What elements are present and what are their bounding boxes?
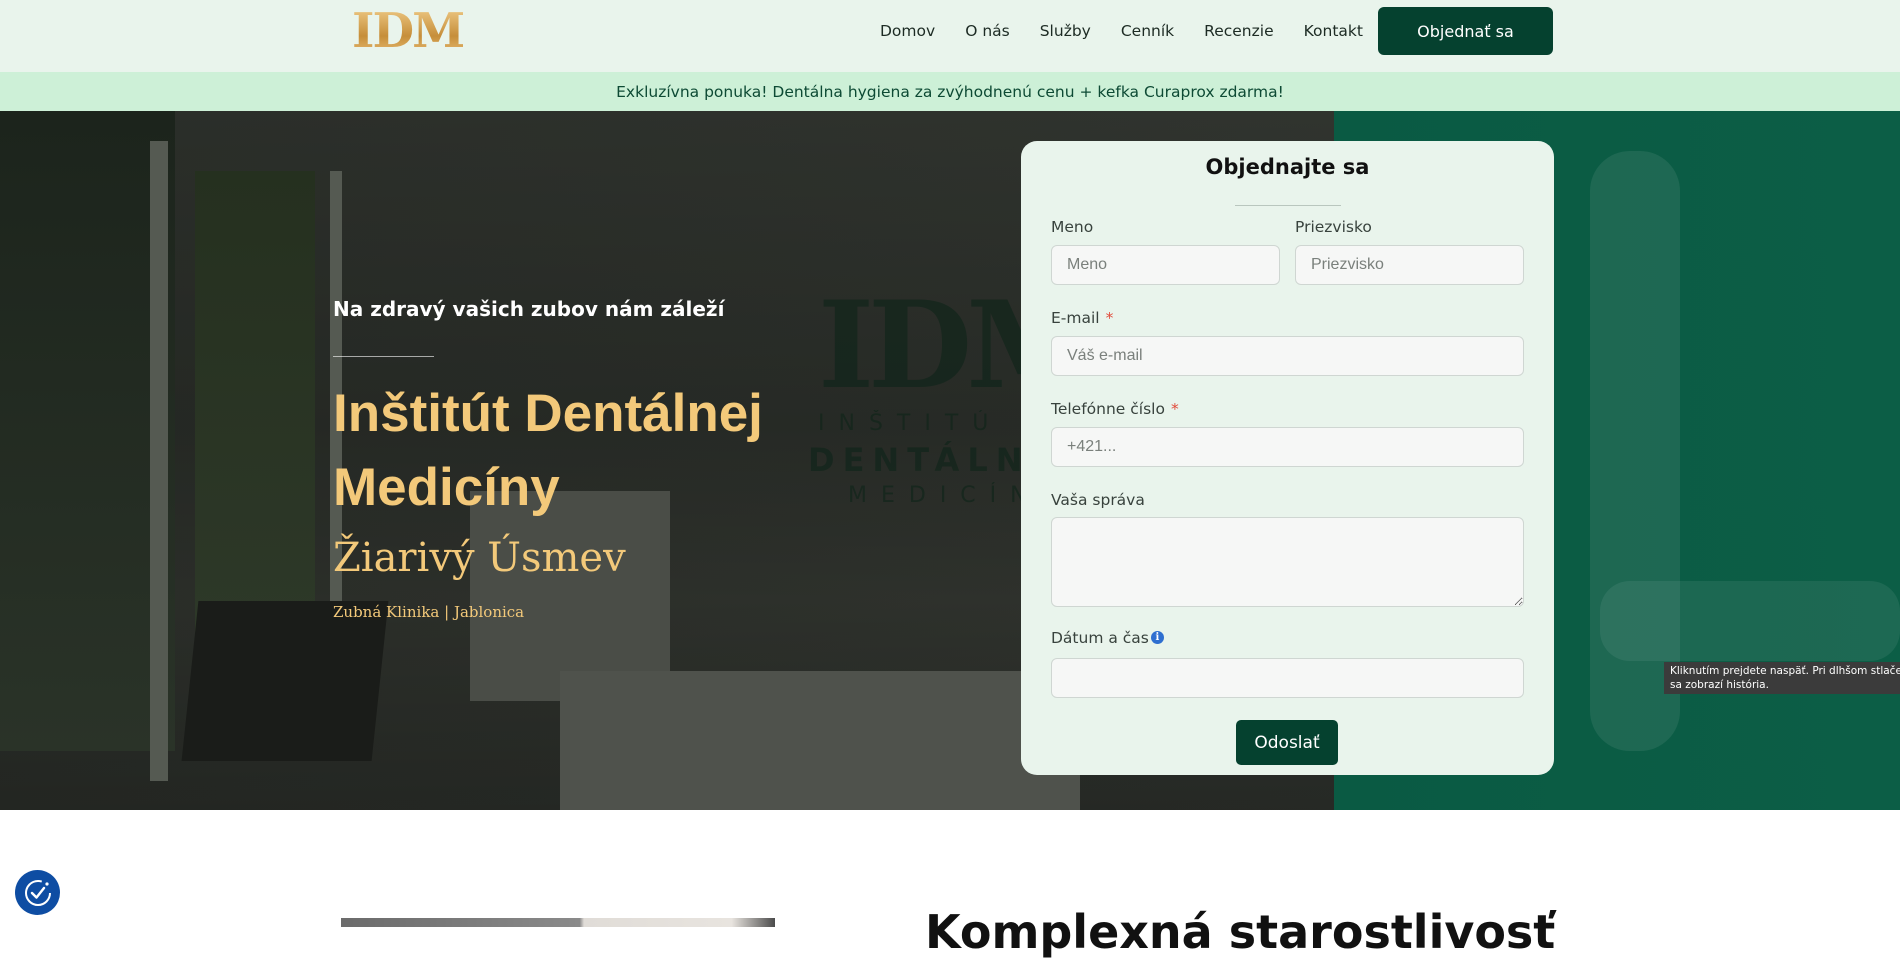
green-panel-arm (1590, 151, 1680, 751)
required-mark: * (1105, 309, 1114, 327)
photo-window-frame (150, 141, 168, 781)
datetime-label-text: Dátum a čas (1051, 629, 1149, 647)
logo-text: IDM (352, 3, 465, 59)
first-name-label: Meno (1051, 218, 1094, 236)
booking-form: Objednajte sa Meno Priezvisko E-mail * Te… (1021, 141, 1554, 775)
nav-item-cennik[interactable]: Cenník (1121, 22, 1174, 40)
site-header: IDM Domov O nás Služby Cenník Recenzie K… (0, 0, 1900, 72)
message-textarea[interactable] (1051, 517, 1524, 607)
submit-button[interactable]: Odoslať (1236, 720, 1338, 765)
tooltip-line2: sa zobrazí história. (1670, 679, 1769, 691)
message-label: Vaša správa (1051, 491, 1145, 509)
site-logo[interactable]: IDM (352, 3, 465, 59)
hero-title: Inštitút Dentálnej Medicíny (333, 384, 763, 517)
phone-input[interactable] (1051, 427, 1524, 467)
book-appointment-button[interactable]: Objednať sa (1378, 7, 1553, 55)
datetime-input[interactable] (1051, 658, 1524, 698)
last-name-label: Priezvisko (1295, 218, 1372, 236)
promo-text: Exkluzívna ponuka! Dentálna hygiena za z… (616, 82, 1284, 101)
hero-subtitle: Žiarivý Úsmev (333, 535, 626, 581)
wall-logo-idm: IDM (818, 275, 1099, 416)
hero-section: IDM INŠTITÚ DENTÁLN MEDICÍN (0, 111, 1900, 810)
nav-item-recenzie[interactable]: Recenzie (1204, 22, 1273, 40)
wall-logo-line1: INŠTITÚ (818, 411, 1003, 436)
photo-cabinet (560, 671, 1080, 810)
hero-location: Zubná Klinika | Jablonica (333, 603, 525, 621)
section-image (341, 918, 775, 927)
back-button-tooltip: Kliknutím prejdete naspäť. Pri dlhšom st… (1664, 662, 1900, 694)
hero-divider (333, 356, 434, 357)
phone-label-text: Telefónne číslo (1051, 400, 1165, 418)
photo-monitor (181, 601, 389, 761)
form-title-divider (1235, 205, 1341, 206)
nav-item-domov[interactable]: Domov (880, 22, 935, 40)
datetime-label: Dátum a čas i (1051, 629, 1164, 647)
nav-item-kontakt[interactable]: Kontakt (1304, 22, 1363, 40)
green-panel-arm (1600, 581, 1900, 661)
section-heading: Komplexná starostlivosť (925, 905, 1556, 959)
cookie-consent-button[interactable] (15, 870, 60, 915)
cookie-consent-icon (24, 879, 51, 906)
promo-bar[interactable]: Exkluzívna ponuka! Dentálna hygiena za z… (0, 72, 1900, 111)
email-input[interactable] (1051, 336, 1524, 376)
email-label: E-mail * (1051, 309, 1113, 327)
wall-logo-line3: MEDICÍN (848, 483, 1041, 508)
required-mark: * (1170, 400, 1179, 418)
info-icon[interactable]: i (1150, 631, 1164, 644)
first-name-input[interactable] (1051, 245, 1280, 285)
nav-item-o-nas[interactable]: O nás (965, 22, 1010, 40)
photo-window-trees (0, 111, 175, 751)
wall-logo-line2: DENTÁLN (808, 441, 1031, 479)
phone-label: Telefónne číslo * (1051, 400, 1179, 418)
wall-logo: IDM INŠTITÚ DENTÁLN MEDICÍN (808, 275, 1099, 516)
hero-tagline: Na zdravý vašich zubov nám záleží (333, 297, 725, 321)
main-nav: Domov O nás Služby Cenník Recenzie Konta… (880, 0, 1363, 62)
last-name-input[interactable] (1295, 245, 1524, 285)
nav-item-sluzby[interactable]: Služby (1040, 22, 1091, 40)
tooltip-line1: Kliknutím prejdete naspäť. Pri dlhšom st… (1670, 665, 1900, 677)
email-label-text: E-mail (1051, 309, 1100, 327)
form-title: Objednajte sa (1205, 155, 1370, 179)
